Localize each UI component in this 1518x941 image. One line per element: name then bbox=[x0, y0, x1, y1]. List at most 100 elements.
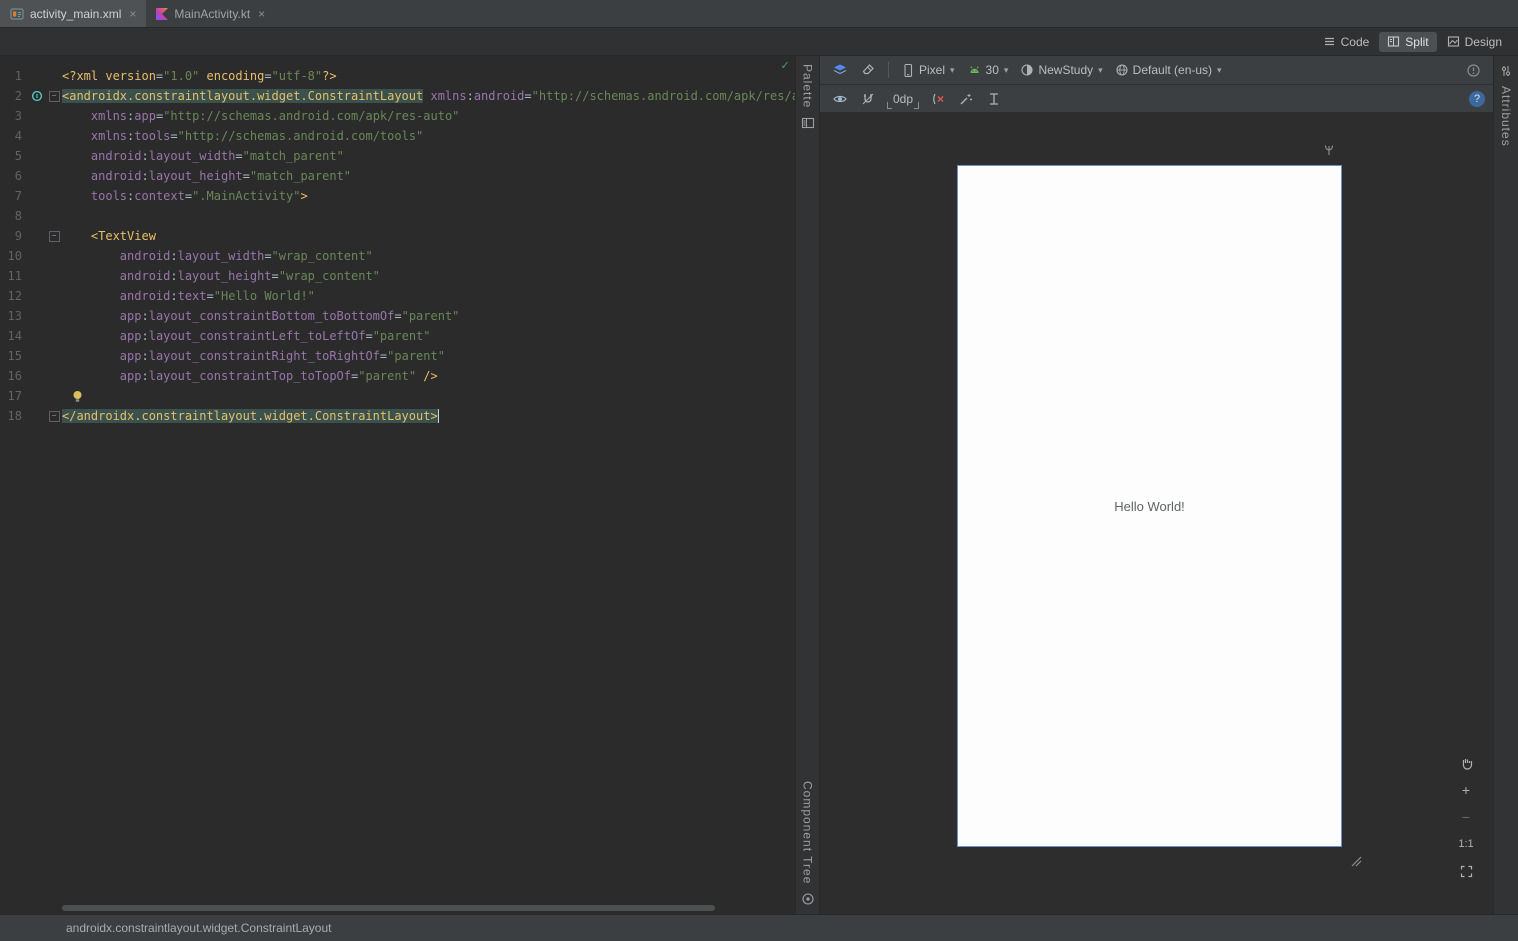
infer-constraints-button[interactable] bbox=[954, 89, 978, 109]
chevron-down-icon: ▾ bbox=[1217, 64, 1222, 75]
component-tree-tool-button[interactable]: Component Tree bbox=[801, 781, 815, 884]
zoom-out-button[interactable]: − bbox=[1453, 807, 1479, 827]
chevron-down-icon: ▾ bbox=[1003, 64, 1009, 75]
code-text[interactable]: </androidx.constraintlayout.widget.Const… bbox=[62, 406, 795, 426]
zoom-ratio-button[interactable]: 1:1 bbox=[1453, 834, 1479, 854]
code-line[interactable]: 12 android:text="Hello World!" bbox=[0, 286, 795, 306]
theme-selector[interactable]: NewStudy ▾ bbox=[1016, 61, 1106, 79]
code-token: xmlns bbox=[90, 109, 128, 123]
design-canvas[interactable]: Hello World! + − 1:1 bbox=[820, 113, 1493, 914]
code-token: layout_constraintRight_toRightOf bbox=[148, 349, 380, 363]
code-token: context bbox=[134, 189, 185, 203]
code-token: : bbox=[466, 89, 474, 103]
code-line[interactable]: 16 app:layout_constraintTop_toTopOf="par… bbox=[0, 366, 795, 386]
design-surface-button[interactable] bbox=[828, 60, 852, 80]
fold-marker[interactable] bbox=[46, 406, 62, 426]
code-text[interactable]: android:layout_width="match_parent" bbox=[62, 146, 795, 166]
fold-marker bbox=[46, 66, 62, 86]
close-icon[interactable]: × bbox=[258, 7, 265, 21]
help-button[interactable]: ? bbox=[1469, 90, 1485, 107]
zoom-to-fit-button[interactable] bbox=[1453, 861, 1479, 881]
code-text[interactable]: <TextView bbox=[62, 226, 795, 246]
zoom-in-button[interactable]: + bbox=[1453, 780, 1479, 800]
code-token: = bbox=[394, 309, 402, 323]
code-text[interactable]: xmlns:tools="http://schemas.android.com/… bbox=[62, 126, 795, 146]
issues-button[interactable] bbox=[1462, 61, 1485, 80]
close-icon[interactable]: × bbox=[129, 7, 136, 21]
code-text[interactable]: <androidx.constraintlayout.widget.Constr… bbox=[62, 86, 795, 106]
code-line[interactable]: 1 <?xml version="1.0" encoding="utf-8"?> bbox=[0, 66, 795, 86]
code-text[interactable]: xmlns:app="http://schemas.android.com/ap… bbox=[62, 106, 795, 126]
palette-tool-button[interactable]: Palette bbox=[801, 64, 815, 108]
kotlin-file-icon bbox=[156, 7, 169, 20]
pan-hand-button[interactable] bbox=[1453, 753, 1479, 773]
code-line[interactable]: 6 android:layout_height="match_parent" bbox=[0, 166, 795, 186]
palette-icon[interactable] bbox=[801, 116, 815, 130]
intention-bulb-icon[interactable] bbox=[72, 390, 83, 404]
code-line[interactable]: 2 <androidx.constraintlayout.widget.Const… bbox=[0, 86, 795, 106]
code-line[interactable]: 8 bbox=[0, 206, 795, 226]
mode-code-button[interactable]: Code bbox=[1315, 32, 1378, 52]
component-tree-icon[interactable] bbox=[801, 892, 815, 906]
code-text[interactable]: app:layout_constraintTop_toTopOf="parent… bbox=[62, 366, 795, 386]
device-selector[interactable]: Pixel ▾ bbox=[897, 61, 959, 80]
code-token: "Hello World!" bbox=[213, 289, 315, 303]
code-line[interactable]: 18 </androidx.constraintlayout.widget.Con… bbox=[0, 406, 795, 426]
code-text[interactable]: android:text="Hello World!" bbox=[62, 286, 795, 306]
resize-handle[interactable] bbox=[1348, 853, 1362, 867]
code-token: "1.0" bbox=[163, 69, 200, 83]
code-text[interactable]: app:layout_constraintRight_toRightOf="pa… bbox=[62, 346, 795, 366]
code-line[interactable]: 3 xmlns:app="http://schemas.android.com/… bbox=[0, 106, 795, 126]
fold-marker[interactable] bbox=[46, 226, 62, 246]
inspection-ok-icon[interactable]: ✓ bbox=[781, 58, 789, 73]
related-file-gutter-icon[interactable] bbox=[28, 86, 46, 106]
code-text[interactable]: android:layout_height="match_parent" bbox=[62, 166, 795, 186]
api-level-selector[interactable]: 30 ▾ bbox=[963, 61, 1013, 79]
fold-marker[interactable] bbox=[46, 86, 62, 106]
code-line[interactable]: 17 bbox=[0, 386, 795, 406]
tab-activity-main-xml[interactable]: activity_main.xml × bbox=[0, 0, 147, 27]
code-text[interactable]: android:layout_height="wrap_content" bbox=[62, 266, 795, 286]
code-line[interactable]: 15 app:layout_constraintRight_toRightOf=… bbox=[0, 346, 795, 366]
gutter-icon-slot bbox=[28, 326, 46, 346]
attributes-tool-button[interactable]: Attributes bbox=[1499, 86, 1513, 147]
attributes-icon[interactable] bbox=[1499, 64, 1513, 78]
code-text[interactable]: <?xml version="1.0" encoding="utf-8"?> bbox=[62, 66, 795, 86]
gutter-icon-slot bbox=[28, 126, 46, 146]
code-text[interactable]: app:layout_constraintBottom_toBottomOf="… bbox=[62, 306, 795, 326]
mode-split-button[interactable]: Split bbox=[1379, 31, 1437, 52]
code-token: android bbox=[119, 289, 171, 303]
fold-marker bbox=[46, 366, 62, 386]
view-options-button[interactable] bbox=[828, 89, 852, 109]
autoconnect-toggle-button[interactable] bbox=[856, 89, 880, 109]
code-line[interactable]: 5 android:layout_width="match_parent" bbox=[0, 146, 795, 166]
code-line[interactable]: 4 xmlns:tools="http://schemas.android.co… bbox=[0, 126, 795, 146]
mode-design-button[interactable]: Design bbox=[1439, 32, 1510, 52]
code-text[interactable]: app:layout_constraintLeft_toLeftOf="pare… bbox=[62, 326, 795, 346]
code-line[interactable]: 10 android:layout_width="wrap_content" bbox=[0, 246, 795, 266]
gutter-icon-slot bbox=[28, 386, 46, 406]
pack-align-button[interactable] bbox=[982, 89, 1006, 109]
horizontal-scrollbar[interactable] bbox=[62, 905, 715, 911]
eraser-button[interactable] bbox=[856, 60, 880, 80]
locale-selector[interactable]: Default (en-us) ▾ bbox=[1111, 61, 1226, 79]
clear-constraints-button[interactable] bbox=[926, 89, 950, 109]
code-editor[interactable]: 1 <?xml version="1.0" encoding="utf-8"?> 2… bbox=[0, 56, 795, 914]
code-token: = bbox=[206, 289, 214, 303]
code-line[interactable]: 13 app:layout_constraintBottom_toBottomO… bbox=[0, 306, 795, 326]
code-text[interactable] bbox=[62, 206, 795, 226]
code-text[interactable]: tools:context=".MainActivity"> bbox=[62, 186, 795, 206]
code-token: = bbox=[184, 189, 193, 203]
tab-mainactivity-kt[interactable]: MainActivity.kt × bbox=[146, 0, 275, 27]
code-line[interactable]: 9 <TextView bbox=[0, 226, 795, 246]
code-line[interactable]: 11 android:layout_height="wrap_content" bbox=[0, 266, 795, 286]
code-text[interactable]: android:layout_width="wrap_content" bbox=[62, 246, 795, 266]
code-line[interactable]: 7 tools:context=".MainActivity"> bbox=[0, 186, 795, 206]
code-text[interactable] bbox=[62, 386, 795, 406]
code-line[interactable]: 14 app:layout_constraintLeft_toLeftOf="p… bbox=[0, 326, 795, 346]
device-preview-screen[interactable]: Hello World! bbox=[957, 165, 1342, 847]
gutter-icon-slot bbox=[28, 266, 46, 286]
default-margin-button[interactable]: 0dp bbox=[884, 90, 922, 109]
